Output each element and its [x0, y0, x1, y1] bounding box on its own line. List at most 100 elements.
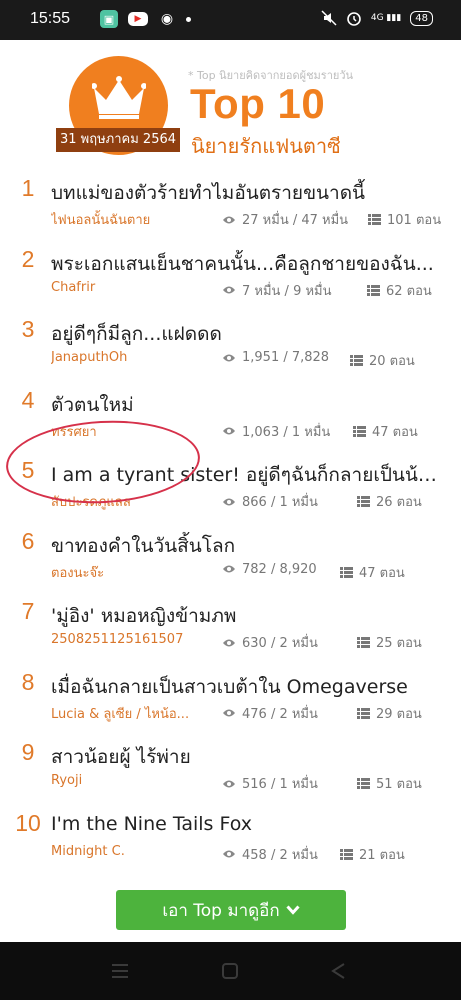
novel-title[interactable]: อยู่ดีๆก็มีลูก...แฝดดด: [51, 319, 446, 349]
novel-title[interactable]: สาวน้อยผู้ ไร้พ่าย: [51, 742, 446, 772]
back-icon[interactable]: [330, 962, 346, 980]
notification-icons: ▣ ▶ ◉: [100, 10, 191, 28]
battery-icon: 48: [410, 10, 433, 26]
eye-icon: [223, 639, 235, 646]
rank-number: 1: [21, 175, 35, 201]
rank-number: 4: [21, 386, 35, 413]
list-icon: [350, 355, 363, 366]
episode-count-text: 21 ตอน: [359, 847, 405, 863]
novel-row[interactable]: 4 ตัวตนใหม่ ทรรศยา 1,063 / 1 หมื่น 47 ตอน: [0, 383, 461, 454]
youtube-icon: ▶: [128, 12, 148, 26]
author-name[interactable]: ตองนะจ๊ะ: [51, 562, 191, 583]
novel-row[interactable]: 9 สาวน้อยผู้ ไร้พ่าย Ryoji 516 / 1 หมื่น 51 …: [0, 735, 461, 806]
status-time: 15:55: [30, 10, 71, 27]
dot-icon: [186, 16, 191, 22]
episode-count: 29 ตอน: [357, 703, 422, 724]
author-name[interactable]: JanaputhOh: [51, 350, 191, 365]
author-name[interactable]: Ryoji: [51, 773, 191, 788]
novel-row[interactable]: 7 'มู่อิง' หมอหญิงข้ามภพ 2508251125161507 6…: [0, 594, 461, 665]
eye-icon: [223, 850, 235, 858]
novel-title[interactable]: ตัวตนใหม่: [51, 390, 446, 420]
author-name[interactable]: ทรรศยา: [51, 421, 191, 442]
novel-title[interactable]: บทแม่ของตัวร้ายทำไมอันตรายขนาดนี้: [51, 178, 446, 208]
author-name[interactable]: Lucia & ลูเซีย / ไหน้อ...: [51, 703, 191, 724]
view-count: 1,951 / 7,828: [222, 350, 329, 365]
page-title: Top 10: [190, 80, 326, 127]
crown-icon: [92, 76, 146, 119]
rank-number: 7: [21, 598, 35, 624]
author-name[interactable]: Chafrir: [51, 280, 191, 295]
novel-title[interactable]: I am a tyrant sister! อยู่ดีๆฉันก็กลายเป…: [51, 460, 446, 490]
view-count: 516 / 1 หมื่น: [222, 773, 318, 794]
view-count-text: 516 / 1 หมื่น: [242, 777, 318, 792]
episode-count: 20 ตอน: [350, 350, 415, 371]
view-count-text: 630 / 2 หมื่น: [242, 636, 318, 651]
rank-number: 3: [21, 316, 35, 342]
view-count: 630 / 2 หมื่น: [222, 632, 318, 653]
author-name[interactable]: 2508251125161507: [51, 632, 191, 647]
more-top-label: เอา Top มาดูอีก: [162, 900, 280, 921]
rank-number: 8: [21, 668, 35, 695]
episode-count: 62 ตอน: [367, 280, 432, 301]
novel-title[interactable]: I'm the Nine Tails Fox: [51, 813, 446, 835]
more-top-button[interactable]: เอา Top มาดูอีก: [116, 890, 346, 930]
novel-row[interactable]: 10 I'm the Nine Tails Fox Midnight C. 458 /…: [0, 806, 461, 877]
list-icon: [357, 778, 370, 789]
episode-count-text: 51 ตอน: [376, 777, 422, 792]
episode-count-text: 101 ตอน: [387, 213, 442, 228]
main-content: 31 พฤษภาคม 2564 * Top นิยายคิดจากยอดผู้ช…: [0, 40, 461, 942]
view-count-text: 7 หมื่น / 9 หมื่น: [242, 283, 332, 299]
eye-icon: [223, 286, 235, 294]
eye-icon: [223, 780, 235, 787]
eye-app-icon: ◉: [160, 11, 174, 27]
novel-row[interactable]: 3 อยู่ดีๆก็มีลูก...แฝดดด JanaputhOh 1,951 /…: [0, 312, 461, 383]
novel-row[interactable]: 8 เมื่อฉันกลายเป็นสาวเบต้าใน Omegaverse Lu…: [0, 665, 461, 736]
top10-header: 31 พฤษภาคม 2564 * Top นิยายคิดจากยอดผู้ช…: [0, 40, 461, 160]
author-name[interactable]: สับปะรดภูแลล: [51, 491, 191, 512]
episode-count-text: 47 ตอน: [359, 565, 405, 581]
view-count: 7 หมื่น / 9 หมื่น: [222, 280, 332, 301]
app-icon: ▣: [100, 10, 118, 28]
author-name[interactable]: Midnight C.: [51, 844, 191, 859]
signal-icon: 4G ▮▮▮: [370, 13, 402, 23]
novel-row[interactable]: 1 บทแม่ของตัวร้ายทำไมอันตรายขนาดนี้ ไฟนอลน…: [0, 171, 461, 242]
rank-number: 9: [21, 739, 35, 765]
status-bar: 15:55 ▣ ▶ ◉ 4G ▮▮▮ 48: [0, 0, 461, 40]
navigation-bar: [0, 942, 461, 1000]
ranking-list: 1 บทแม่ของตัวร้ายทำไมอันตรายขนาดนี้ ไฟนอลน…: [0, 171, 461, 876]
novel-row[interactable]: 2 พระเอกแสนเย็นชาคนนั้น...คือลูกชายของฉัน…: [0, 242, 461, 313]
novel-row[interactable]: 6 ขาทองคำในวันสิ้นโลก ตองนะจ๊ะ 782 / 8,920 4…: [0, 524, 461, 595]
eye-icon: [223, 565, 235, 573]
list-icon: [357, 707, 370, 719]
novel-row[interactable]: 5 I am a tyrant sister! อยู่ดีๆฉันก็กลายเ…: [0, 453, 461, 524]
episode-count: 47 ตอน: [353, 421, 418, 442]
novel-title[interactable]: ขาทองคำในวันสิ้นโลก: [51, 531, 446, 561]
eye-icon: [223, 354, 235, 361]
eye-icon: [223, 498, 235, 505]
view-count: 476 / 2 หมื่น: [222, 703, 318, 724]
eye-icon: [223, 427, 235, 435]
rank-number: 2: [21, 245, 35, 272]
list-icon: [353, 425, 366, 437]
novel-title[interactable]: เมื่อฉันกลายเป็นสาวเบต้าใน Omegaverse: [51, 672, 446, 702]
episode-count: 47 ตอน: [340, 562, 405, 583]
episode-count: 51 ตอน: [357, 773, 422, 794]
novel-title[interactable]: 'มู่อิง' หมอหญิงข้ามภพ: [51, 601, 446, 631]
view-count: 866 / 1 หมื่น: [222, 491, 318, 512]
rank-number: 5: [21, 457, 35, 483]
episode-count: 21 ตอน: [340, 844, 405, 865]
rank-number: 6: [21, 527, 35, 554]
episode-count-text: 29 ตอน: [376, 706, 422, 722]
rank-number: 10: [15, 809, 41, 836]
novel-title[interactable]: พระเอกแสนเย็นชาคนนั้น...คือลูกชายของฉัน.…: [51, 249, 446, 279]
home-icon[interactable]: [222, 963, 238, 979]
author-name[interactable]: ไฟนอลนั้นฉันตาย: [51, 209, 191, 230]
recent-apps-icon[interactable]: [112, 964, 128, 978]
signal-label: 4G: [370, 13, 384, 23]
eye-icon: [223, 216, 235, 223]
episode-count: 26 ตอน: [357, 491, 422, 512]
date-ribbon: 31 พฤษภาคม 2564: [56, 128, 180, 152]
system-icons: 4G ▮▮▮ 48: [321, 10, 433, 26]
view-count-text: 27 หมื่น / 47 หมื่น: [242, 213, 349, 228]
episode-count: 101 ตอน: [368, 209, 441, 230]
